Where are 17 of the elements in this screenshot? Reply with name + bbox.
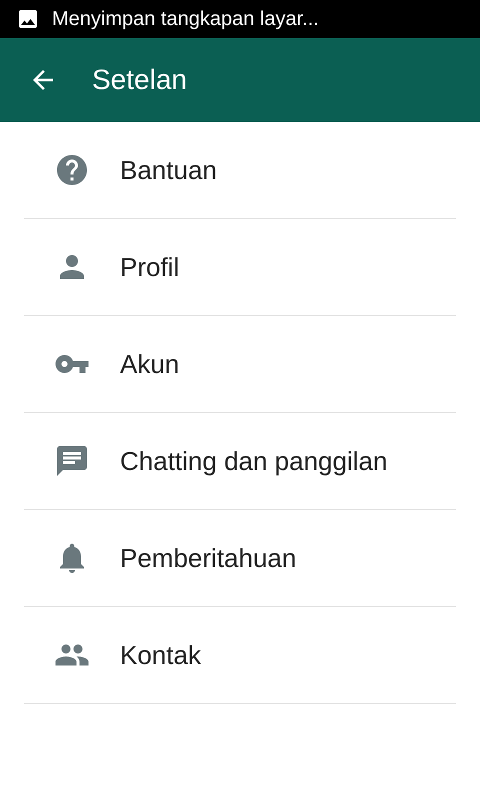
settings-label: Akun <box>120 348 180 380</box>
settings-item[interactable]: Chatting dan panggilan <box>24 413 456 510</box>
settings-item[interactable]: Kontak <box>24 607 456 704</box>
screen-title: Setelan <box>92 64 187 96</box>
settings-item[interactable]: Profil <box>24 219 456 316</box>
image-icon <box>16 7 40 31</box>
settings-label: Kontak <box>120 640 201 670</box>
settings-label: Profil <box>120 252 180 282</box>
chat-icon <box>54 443 90 479</box>
help-icon <box>54 152 90 188</box>
settings-item[interactable]: Akun <box>24 316 456 413</box>
settings-item[interactable]: Pemberitahuan <box>24 510 456 607</box>
settings-item[interactable]: Bantuan <box>24 122 456 219</box>
settings-label: Bantuan <box>120 154 217 186</box>
settings-label: Pemberitahuan <box>120 542 296 574</box>
notification-text: Menyimpan tangkapan layar... <box>52 8 319 30</box>
settings-label: Chatting dan panggilan <box>120 446 388 476</box>
